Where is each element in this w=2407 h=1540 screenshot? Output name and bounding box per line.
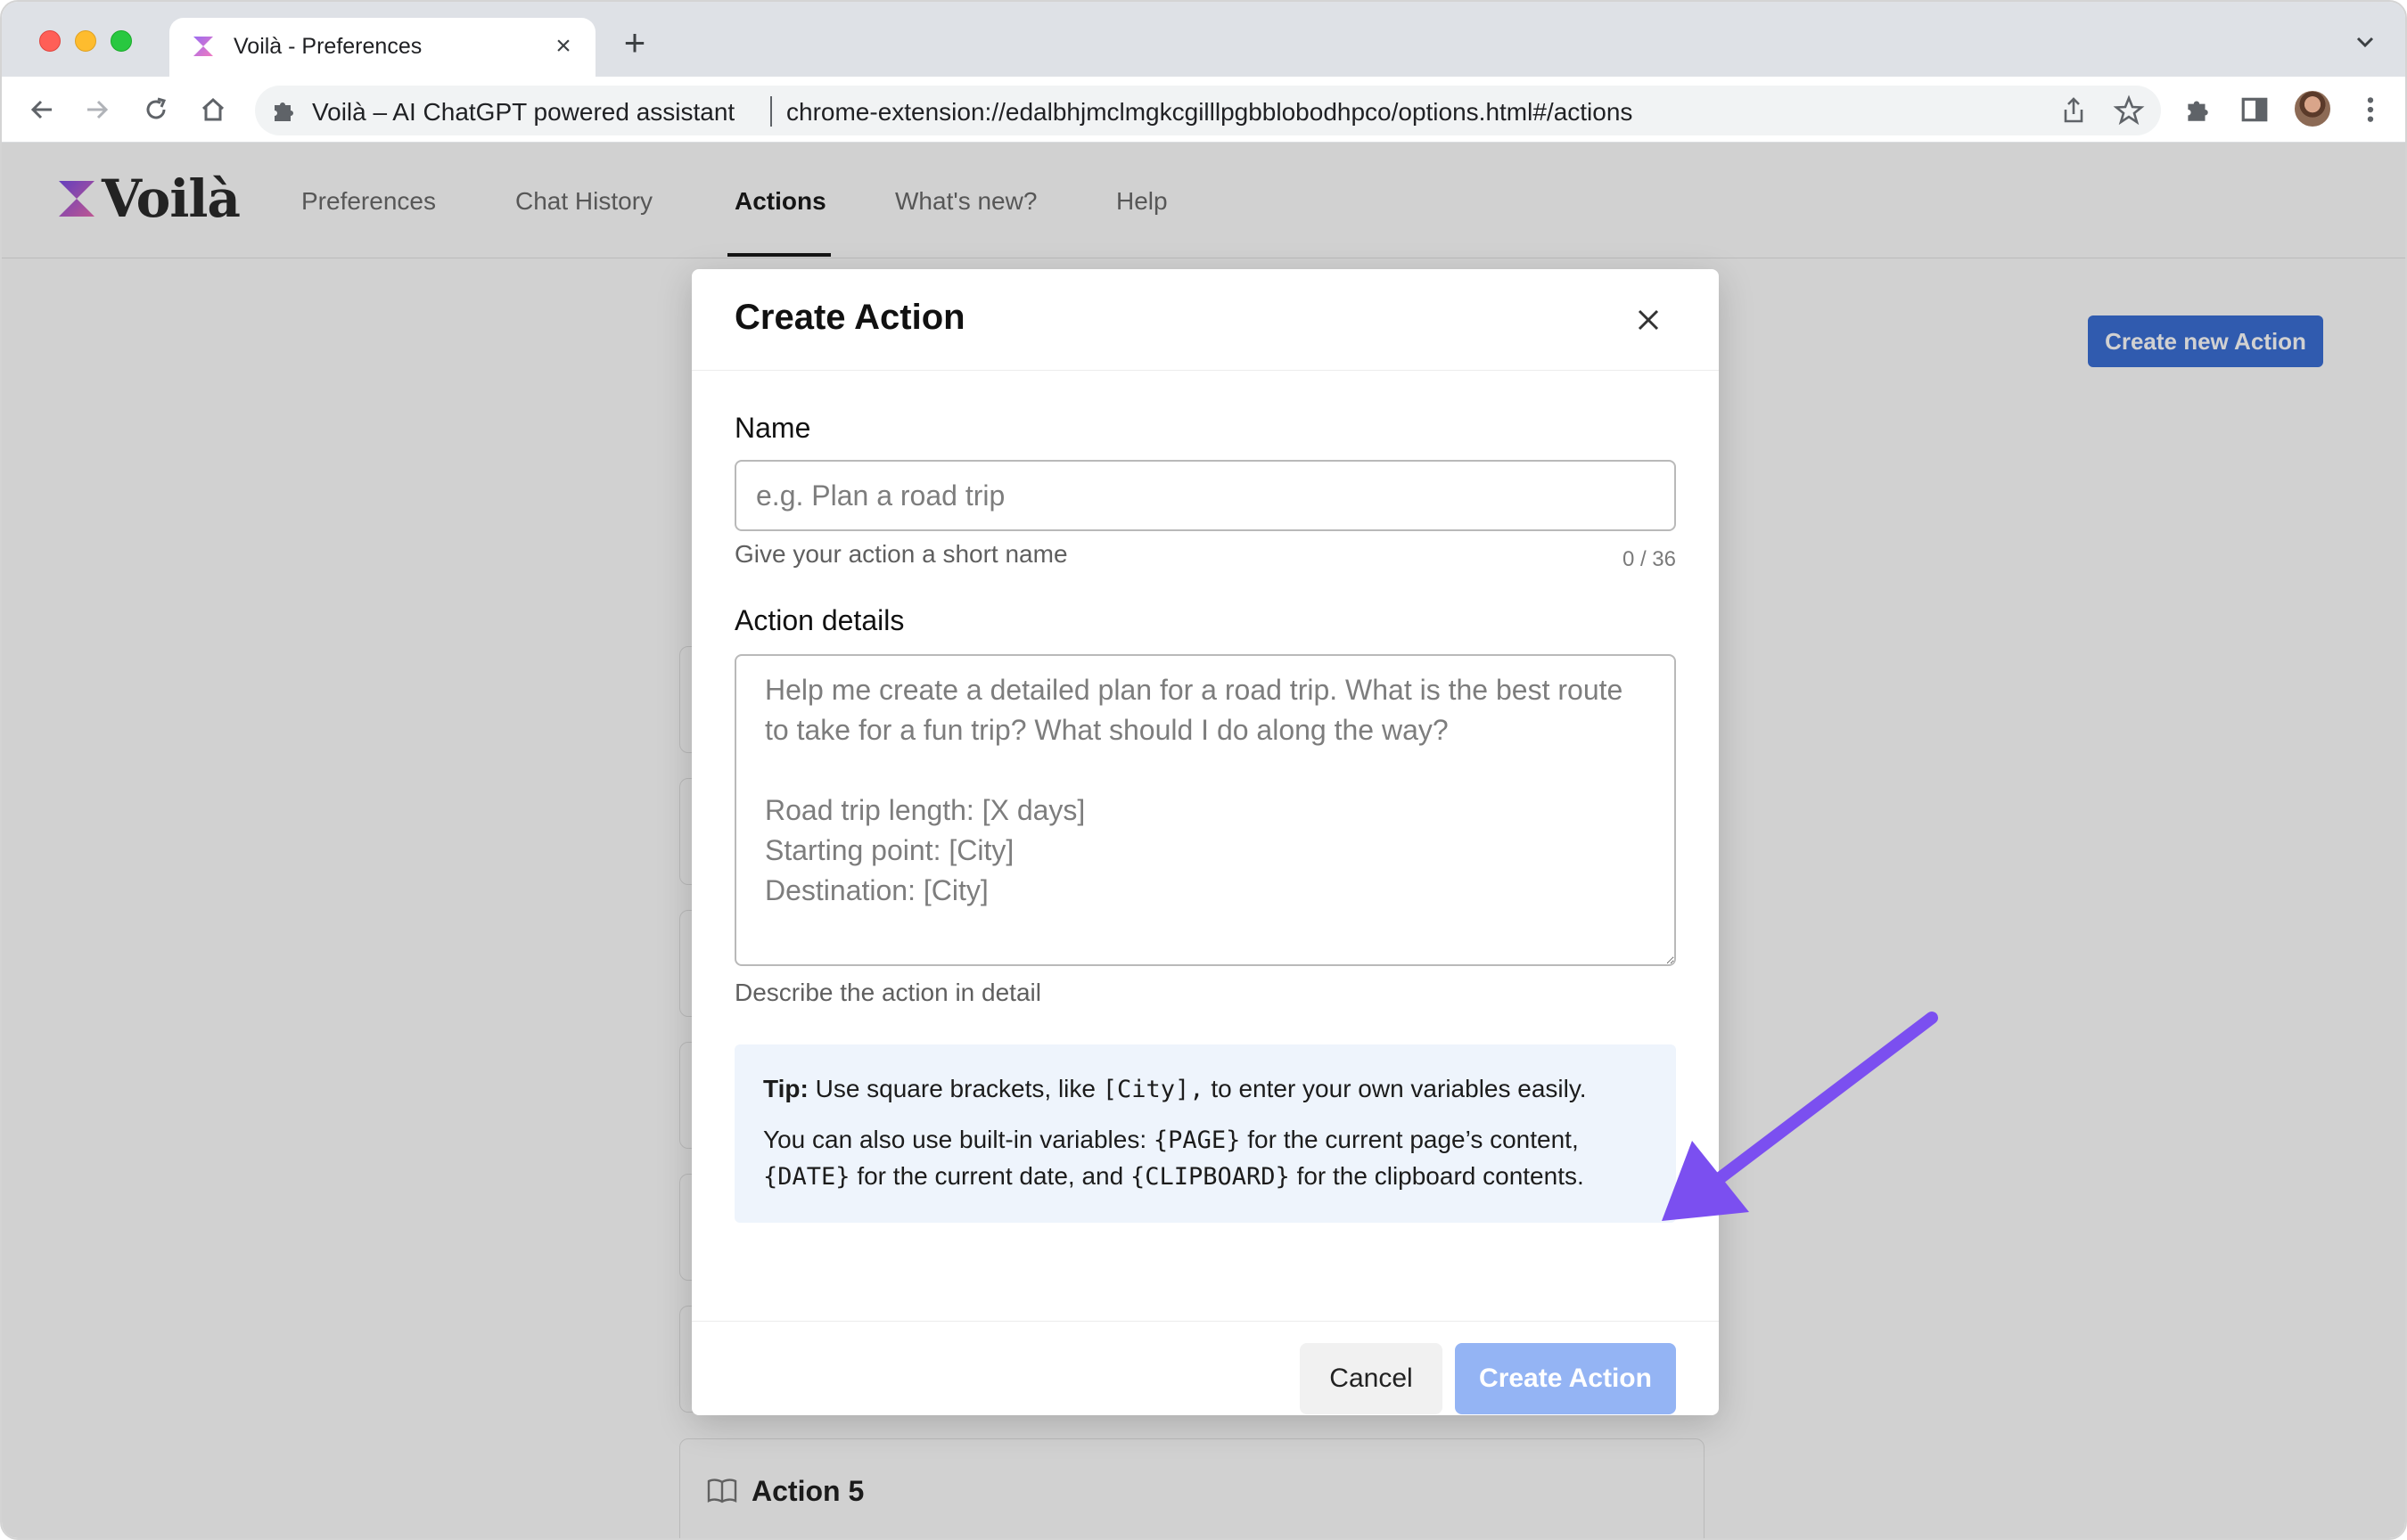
tip-text: to enter your own variables easily.	[1211, 1075, 1587, 1102]
profile-avatar[interactable]	[2293, 89, 2332, 128]
options-page: Voilà Preferences Chat History Actions W…	[2, 143, 2405, 1538]
tab-close-icon[interactable]: ×	[547, 30, 579, 62]
tip-text: for the clipboard contents.	[1296, 1162, 1584, 1190]
details-help-text: Describe the action in detail	[735, 979, 1041, 1006]
site-name: Voilà – AI ChatGPT powered assistant	[312, 98, 735, 126]
address-bar[interactable]: Voilà – AI ChatGPT powered assistant chr…	[255, 86, 2161, 135]
close-window-button[interactable]	[39, 30, 61, 52]
minimize-window-button[interactable]	[75, 30, 96, 52]
name-char-counter: 0 / 36	[1622, 547, 1676, 571]
browser-tab[interactable]: Voilà - Preferences ×	[169, 18, 596, 77]
reload-icon[interactable]	[139, 93, 173, 127]
create-action-modal: Create Action Name Give your action a sh…	[692, 269, 1719, 1415]
action-details-label: Action details	[735, 604, 905, 636]
cancel-button[interactable]: Cancel	[1300, 1343, 1442, 1414]
tab-search-chevron-icon[interactable]	[2352, 29, 2378, 55]
tip-code-page: {PAGE}	[1153, 1126, 1241, 1154]
back-icon[interactable]	[25, 93, 59, 127]
action-details-textarea[interactable]	[735, 654, 1676, 966]
tip-line-1: Tip: Use square brackets, like [City], t…	[763, 1071, 1647, 1108]
tip-text: You can also use built-in variables:	[763, 1126, 1147, 1153]
tip-box: Tip: Use square brackets, like [City], t…	[735, 1044, 1676, 1223]
tab-strip: Voilà - Preferences × +	[2, 2, 2405, 77]
extensions-icon[interactable]	[2182, 94, 2213, 125]
browser-window: Voilà - Preferences × + Voilà – AI ChatG…	[0, 0, 2407, 1540]
browser-toolbar: Voilà – AI ChatGPT powered assistant chr…	[2, 77, 2405, 143]
modal-header: Create Action	[692, 269, 1719, 371]
name-input[interactable]	[735, 460, 1676, 531]
more-menu-icon[interactable]	[2355, 94, 2386, 125]
voila-favicon-icon	[193, 37, 213, 56]
close-icon[interactable]	[1633, 305, 1664, 335]
name-label: Name	[735, 412, 811, 444]
tip-code-date: {DATE}	[763, 1163, 850, 1191]
forward-icon[interactable]	[80, 93, 114, 127]
new-tab-button[interactable]: +	[617, 24, 653, 61]
share-icon[interactable]	[2058, 94, 2090, 127]
tip-text: Use square brackets, like	[815, 1075, 1096, 1102]
extension-puzzle-icon	[275, 102, 293, 121]
tip-code-city: [City],	[1102, 1076, 1204, 1103]
bookmark-star-icon[interactable]	[2113, 94, 2145, 127]
tip-text: for the current page’s content,	[1247, 1126, 1579, 1153]
tip-label: Tip:	[763, 1075, 809, 1102]
tip-code-clipboard: {CLIPBOARD}	[1130, 1163, 1290, 1191]
create-action-button[interactable]: Create Action	[1455, 1343, 1676, 1414]
modal-title: Create Action	[735, 298, 965, 337]
annotation-arrow-icon	[1662, 1012, 1938, 1221]
omnibox-divider	[770, 96, 772, 127]
maximize-window-button[interactable]	[111, 30, 132, 52]
name-help-text: Give your action a short name	[735, 540, 1068, 568]
tip-line-2: You can also use built-in variables: {PA…	[763, 1122, 1647, 1195]
side-panel-icon[interactable]	[2239, 94, 2270, 125]
home-icon[interactable]	[196, 93, 230, 127]
url-text[interactable]: chrome-extension://edalbhjmclmgkcgilllpg…	[786, 98, 1632, 127]
tab-title: Voilà - Preferences	[234, 34, 423, 59]
modal-footer: Cancel Create Action	[692, 1321, 1719, 1415]
tip-text: for the current date, and	[857, 1162, 1124, 1190]
